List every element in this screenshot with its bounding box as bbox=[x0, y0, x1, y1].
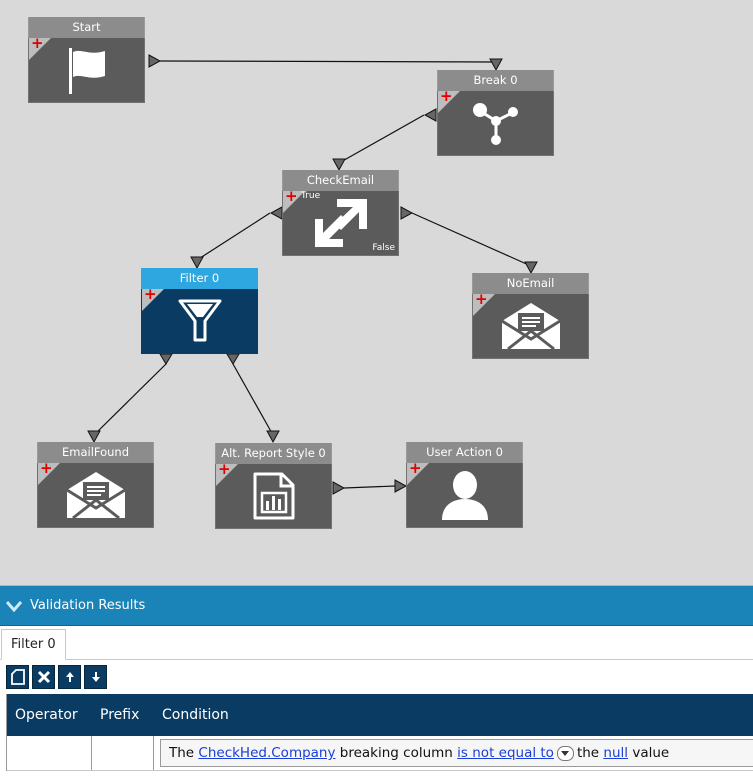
node-user-action-0[interactable]: User Action 0 + bbox=[406, 442, 523, 530]
new-condition-button[interactable] bbox=[6, 665, 29, 689]
expand-plus-icon[interactable]: + bbox=[285, 188, 298, 204]
node-title: Filter 0 bbox=[141, 268, 258, 289]
operator-cell[interactable] bbox=[7, 736, 92, 770]
expand-plus-icon[interactable]: + bbox=[409, 460, 422, 476]
node-body: + bbox=[141, 286, 258, 354]
condition-text-value: value bbox=[632, 745, 670, 761]
workflow-canvas[interactable]: Start + Break 0 + CheckEmail + True Fals… bbox=[0, 0, 753, 585]
condition-toolbar bbox=[0, 660, 753, 694]
node-title: Break 0 bbox=[437, 70, 554, 91]
arrow-up-icon bbox=[65, 672, 74, 682]
wire-start-break bbox=[159, 60, 497, 63]
condition-text-the-2: the bbox=[576, 745, 600, 761]
flag-icon bbox=[68, 48, 105, 94]
node-body: + bbox=[37, 460, 154, 528]
wire-checkemail-noemail bbox=[411, 212, 532, 267]
arrow-down-icon bbox=[91, 672, 100, 682]
port-altreport-out bbox=[332, 481, 346, 495]
expand-plus-icon[interactable]: + bbox=[218, 461, 231, 477]
panel-header[interactable]: Validation Results bbox=[0, 586, 753, 626]
port-start-out bbox=[148, 54, 162, 68]
conditions-grid: Operator Prefix Condition The CheckHed.C… bbox=[6, 694, 753, 771]
report-chart-icon bbox=[253, 472, 294, 520]
move-down-button[interactable] bbox=[84, 665, 107, 689]
port-checkemail-left bbox=[269, 206, 283, 220]
condition-cell[interactable]: The CheckHed.Company breaking column is … bbox=[160, 739, 753, 767]
port-checkemail-in bbox=[332, 158, 346, 172]
wire-checkemail-filter bbox=[196, 212, 271, 261]
node-body: + bbox=[215, 461, 332, 529]
port-emailfound-in bbox=[87, 430, 101, 444]
node-noemail[interactable]: NoEmail + bbox=[472, 273, 589, 361]
delete-condition-button[interactable] bbox=[32, 665, 55, 689]
grid-header: Operator Prefix Condition bbox=[7, 694, 753, 736]
node-body: + bbox=[437, 88, 554, 156]
prefix-cell[interactable] bbox=[92, 736, 154, 770]
collapse-chevron-icon[interactable] bbox=[6, 600, 22, 612]
node-start[interactable]: Start + bbox=[28, 17, 145, 105]
delete-icon bbox=[37, 670, 50, 684]
node-title: CheckEmail bbox=[282, 170, 399, 191]
wire-altreport-useraction bbox=[343, 485, 396, 489]
column-prefix[interactable]: Prefix bbox=[92, 707, 154, 723]
node-alt-report-style-0[interactable]: Alt. Report Style 0 + bbox=[215, 443, 332, 531]
value-link[interactable]: null bbox=[603, 740, 628, 766]
port-break-out bbox=[423, 108, 437, 122]
port-filter-in bbox=[190, 256, 204, 270]
node-title: NoEmail bbox=[472, 273, 589, 294]
node-filter-0[interactable]: Filter 0 + bbox=[141, 268, 258, 356]
node-body: + bbox=[28, 35, 145, 103]
expand-plus-icon[interactable]: + bbox=[144, 286, 157, 302]
node-title: Start bbox=[28, 17, 145, 38]
tab-strip: Filter 0 bbox=[0, 626, 753, 660]
port-altreport-in bbox=[266, 430, 280, 444]
expand-plus-icon[interactable]: + bbox=[31, 35, 44, 51]
email-icon bbox=[500, 303, 561, 351]
break-nodes-icon bbox=[472, 103, 518, 145]
panel-title: Validation Results bbox=[30, 598, 146, 613]
wire-break-checkemail bbox=[338, 114, 425, 164]
operator-link[interactable]: is not equal to bbox=[457, 740, 554, 766]
operator-dropdown[interactable] bbox=[556, 745, 574, 761]
user-icon bbox=[441, 471, 488, 520]
email-icon bbox=[65, 472, 126, 520]
expand-plus-icon[interactable]: + bbox=[440, 88, 453, 104]
port-checkemail-right bbox=[400, 206, 414, 220]
node-title: EmailFound bbox=[37, 442, 154, 463]
node-title: Alt. Report Style 0 bbox=[215, 443, 332, 464]
tab-filter-0[interactable]: Filter 0 bbox=[1, 629, 66, 660]
expand-plus-icon[interactable]: + bbox=[475, 291, 488, 307]
table-row[interactable]: The CheckHed.Company breaking column is … bbox=[7, 736, 753, 771]
column-condition[interactable]: Condition bbox=[154, 707, 229, 723]
condition-text-breaking: breaking column bbox=[339, 745, 453, 761]
node-checkemail[interactable]: CheckEmail + True False bbox=[282, 170, 399, 258]
node-title: User Action 0 bbox=[406, 442, 523, 463]
new-icon bbox=[10, 669, 25, 685]
validation-results-panel: Validation Results Filter 0 Operator Pre… bbox=[0, 585, 753, 784]
node-body: + bbox=[406, 460, 523, 528]
column-link[interactable]: CheckHed.Company bbox=[198, 740, 335, 766]
column-operator[interactable]: Operator bbox=[7, 707, 92, 723]
node-body: + True False bbox=[282, 188, 399, 256]
wire-filter-altreport bbox=[232, 363, 274, 436]
move-up-button[interactable] bbox=[58, 665, 81, 689]
node-body: + bbox=[472, 291, 589, 359]
filter-funnel-icon bbox=[178, 299, 221, 342]
wire-filter-emailfound bbox=[93, 363, 167, 436]
node-emailfound[interactable]: EmailFound + bbox=[37, 442, 154, 530]
port-useraction-in bbox=[394, 479, 408, 493]
chevron-down-icon bbox=[561, 750, 570, 756]
port-break-in bbox=[489, 58, 503, 72]
node-break-0[interactable]: Break 0 + bbox=[437, 70, 554, 158]
condition-arrows-icon bbox=[314, 199, 367, 247]
expand-plus-icon[interactable]: + bbox=[40, 460, 53, 476]
false-branch-label: False bbox=[372, 243, 395, 253]
condition-text-the: The bbox=[169, 745, 195, 761]
port-noemail-in bbox=[524, 261, 538, 275]
